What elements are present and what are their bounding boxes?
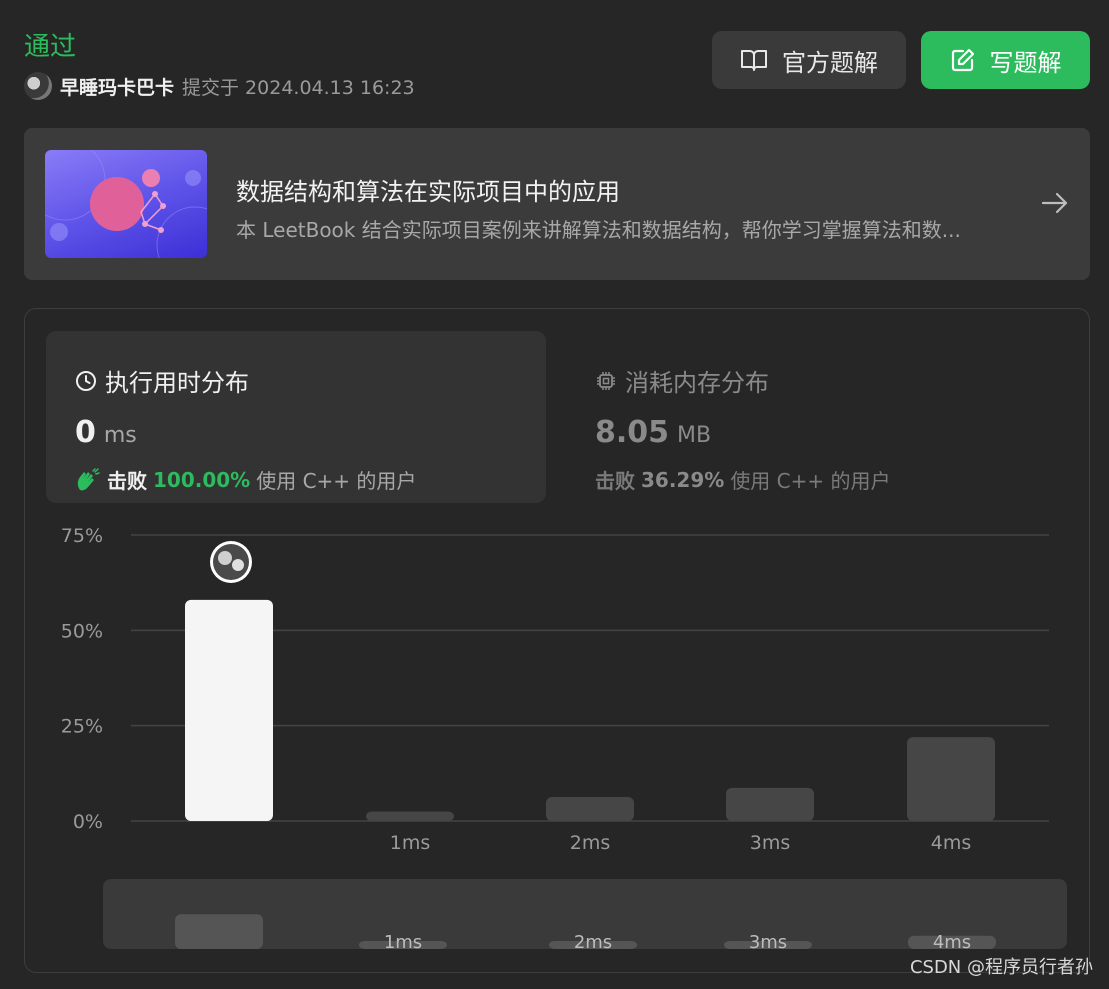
x-tick-label: 2ms	[570, 832, 611, 854]
y-tick-label: 50%	[61, 620, 103, 642]
chart-bar	[546, 796, 634, 821]
official-solution-button[interactable]: 官方题解	[712, 31, 906, 89]
runtime-distribution-chart[interactable]: 0% 25% 50% 75% 1ms 2ms 3ms 4ms 1ms 2ms 3ms 4ms	[25, 309, 1089, 972]
arrow-right-icon[interactable]	[1040, 190, 1070, 216]
distribution-panel: 执行用时分布 0 ms 击败 100.00% 使用 C++ 的用户 消耗内存分布 …	[24, 308, 1090, 973]
watermark: CSDN @程序员行者孙	[909, 957, 1093, 978]
submission-time: 提交于 2024.04.13 16:23	[182, 76, 415, 99]
official-solution-label: 官方题解	[782, 48, 878, 77]
submission-status: 通过	[24, 32, 77, 62]
edit-icon	[951, 48, 974, 72]
user-marker-avatar	[213, 544, 249, 580]
leetbook-title[interactable]: 数据结构和算法在实际项目中的应用	[236, 172, 620, 207]
overview-tick-label: 2ms	[574, 932, 612, 953]
book-open-icon	[741, 50, 767, 71]
chart-bar	[366, 811, 454, 821]
x-tick-label: 3ms	[750, 832, 791, 854]
y-tick-label: 0%	[73, 811, 103, 833]
y-tick-label: 25%	[61, 716, 103, 738]
write-solution-button[interactable]: 写题解	[921, 31, 1090, 89]
user-marker-avatar-face	[218, 551, 232, 565]
overview-bar	[175, 914, 263, 949]
chart-bar	[907, 737, 995, 821]
leetbook-description: 本 LeetBook 结合实际项目案例来讲解算法和数据结构，帮你学习掌握算法和数…	[236, 218, 961, 242]
overview-tick-label: 1ms	[384, 932, 422, 953]
overview-tick-label: 4ms	[933, 932, 971, 953]
username[interactable]: 早睡玛卡巴卡	[60, 73, 174, 100]
leetbook-cover-image	[45, 150, 207, 258]
overview-tick-label: 3ms	[749, 932, 787, 953]
leetbook-card[interactable]: 数据结构和算法在实际项目中的应用 本 LeetBook 结合实际项目案例来讲解算…	[24, 128, 1090, 280]
submission-meta: 早睡玛卡巴卡 提交于 2024.04.13 16:23	[24, 72, 415, 100]
x-tick-label: 1ms	[390, 832, 431, 854]
user-marker-avatar-face	[232, 559, 244, 571]
write-solution-label: 写题解	[989, 48, 1062, 77]
chart-bar	[185, 599, 273, 821]
user-avatar[interactable]	[24, 72, 52, 100]
y-tick-label: 75%	[61, 525, 103, 547]
x-tick-label: 4ms	[931, 832, 972, 854]
chart-bar	[726, 787, 814, 821]
